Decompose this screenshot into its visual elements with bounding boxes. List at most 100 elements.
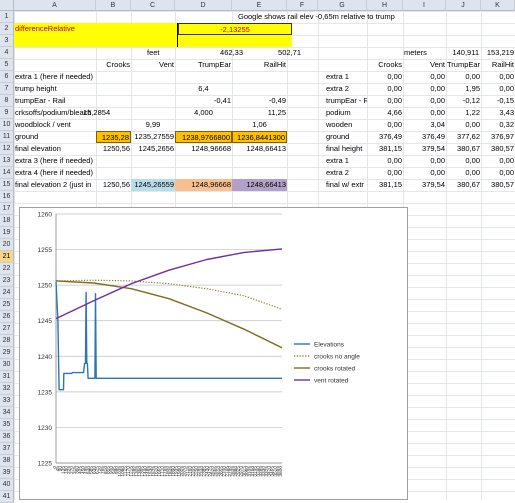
row-header-2[interactable]: 2 [0, 23, 14, 35]
left-d-value[interactable]: 6,4 [175, 83, 232, 95]
right-i-value[interactable]: 0,00 [403, 107, 446, 119]
left-d-value[interactable]: 1248,96668 [175, 143, 232, 155]
right-row-label[interactable]: final w/ extr [325, 179, 367, 191]
right-h-value[interactable]: 381,15 [367, 143, 403, 155]
right-j-value[interactable]: 380,67 [446, 143, 481, 155]
row-header-41[interactable]: 41 [0, 491, 14, 503]
left-d-value[interactable]: -0,41 [175, 95, 232, 107]
right-row-label[interactable]: trumpEar - R [325, 95, 367, 107]
row-header-9[interactable]: 9 [0, 107, 14, 119]
right-k-value[interactable]: -0,15 [481, 95, 515, 107]
left-header-crooks[interactable]: Crooks [96, 59, 131, 71]
row-header-8[interactable]: 8 [0, 95, 14, 107]
right-k-value[interactable]: 380,57 [481, 179, 515, 191]
left-c-value[interactable]: 1245,26559 [131, 179, 175, 191]
right-row-label[interactable]: extra 2 [325, 167, 367, 179]
column-header-b[interactable]: B [96, 0, 131, 11]
right-k-value[interactable]: 0,00 [481, 167, 515, 179]
column-header-d[interactable]: D [175, 0, 232, 11]
left-header-railhit[interactable]: RailHit [232, 59, 287, 71]
row-header-39[interactable]: 39 [0, 467, 14, 479]
column-header-e[interactable]: E [232, 0, 287, 11]
row-header-34[interactable]: 34 [0, 407, 14, 419]
row-header-24[interactable]: 24 [0, 287, 14, 299]
right-header-trumpear[interactable]: TrumpEar [446, 59, 481, 71]
left-e-value[interactable]: -0,49 [232, 95, 287, 107]
right-i-value[interactable]: 0,00 [403, 71, 446, 83]
right-k-value[interactable]: 0,32 [481, 119, 515, 131]
row-header-12[interactable]: 12 [0, 143, 14, 155]
elevation-chart[interactable]: 1225 1230 1235 1240 1245 1250 1255 1260 0 45 90 135… [19, 207, 408, 500]
right-h-value[interactable]: 0,00 [367, 95, 403, 107]
row-header-31[interactable]: 31 [0, 371, 14, 383]
right-k-value[interactable]: 380,57 [481, 143, 515, 155]
row-header-18[interactable]: 18 [0, 215, 14, 227]
row-header-30[interactable]: 30 [0, 359, 14, 371]
row-header-37[interactable]: 37 [0, 443, 14, 455]
column-header-k[interactable]: K [481, 0, 515, 11]
column-header-i[interactable]: I [403, 0, 446, 11]
right-h-value[interactable]: 0,00 [367, 167, 403, 179]
row-header-21[interactable]: 21 [0, 251, 14, 263]
left-b-value[interactable]: 1250,56 [96, 143, 131, 155]
right-header-railhit[interactable]: RailHit [481, 59, 515, 71]
row-header-17[interactable]: 17 [0, 203, 14, 215]
row-header-25[interactable]: 25 [0, 299, 14, 311]
row-header-38[interactable]: 38 [0, 455, 14, 467]
left-e-value[interactable]: 11,25 [232, 107, 287, 119]
row-header-28[interactable]: 28 [0, 335, 14, 347]
left-d-value[interactable]: 1238,9766800 [175, 131, 232, 143]
row-header-22[interactable]: 22 [0, 263, 14, 275]
right-i-value[interactable]: 0,00 [403, 83, 446, 95]
left-row-label[interactable]: trumpEar - Rail [14, 95, 124, 107]
right-j-value[interactable]: 1,22 [446, 107, 481, 119]
right-i-value[interactable]: 379,54 [403, 179, 446, 191]
column-header-j[interactable]: J [446, 0, 481, 11]
row-header-15[interactable]: 15 [0, 179, 14, 191]
row-header-6[interactable]: 6 [0, 71, 14, 83]
right-j-value[interactable]: 0,00 [446, 155, 481, 167]
left-header-vent[interactable]: Vent [131, 59, 175, 71]
left-row-label[interactable]: woodblock / vent [14, 119, 124, 131]
row-header-5[interactable]: 5 [0, 59, 14, 71]
left-e-value[interactable]: 1248,66413 [232, 143, 287, 155]
right-i-value[interactable]: 376,49 [403, 131, 446, 143]
left-header-trumpear[interactable]: TrumpEar [175, 59, 232, 71]
right-header-vent[interactable]: Vent [403, 59, 446, 71]
column-header-a[interactable]: A [14, 0, 96, 11]
right-i-value[interactable]: 379,54 [403, 143, 446, 155]
right-i-value[interactable]: 0,00 [403, 167, 446, 179]
right-j-value[interactable]: 0,00 [446, 119, 481, 131]
right-row-label[interactable]: wooden [325, 119, 367, 131]
column-header-g[interactable]: G [318, 0, 367, 11]
right-i-value[interactable]: 0,00 [403, 95, 446, 107]
right-k-value[interactable]: 0,00 [481, 155, 515, 167]
left-c-value[interactable]: 9,99 [131, 119, 175, 131]
right-k-value[interactable]: 0,00 [481, 71, 515, 83]
left-c-value[interactable]: 1235,27559 [131, 131, 175, 143]
difference-relative-label[interactable]: differenceRelative [14, 23, 177, 35]
right-h-value[interactable]: 0,00 [367, 83, 403, 95]
row-header-4[interactable]: 4 [0, 47, 14, 59]
right-k-value[interactable]: 3,43 [481, 107, 515, 119]
right-i-value[interactable]: 3,04 [403, 119, 446, 131]
right-row-label[interactable]: extra 1 [325, 155, 367, 167]
right-h-value[interactable]: 0,00 [367, 71, 403, 83]
yellow-cell[interactable] [14, 35, 177, 47]
left-d-value[interactable]: 1248,96668 [175, 179, 232, 191]
row-header-20[interactable]: 20 [0, 239, 14, 251]
row-header-14[interactable]: 14 [0, 167, 14, 179]
left-e-value[interactable]: 1236,8441300 [232, 131, 287, 143]
right-row-label[interactable]: extra 1 [325, 71, 367, 83]
left-b-value[interactable]: 15,2854 [82, 107, 128, 119]
left-row-label[interactable]: trump height [14, 83, 124, 95]
right-h-value[interactable]: 381,15 [367, 179, 403, 191]
row-header-11[interactable]: 11 [0, 131, 14, 143]
row-header-29[interactable]: 29 [0, 347, 14, 359]
right-row-label[interactable]: extra 2 [325, 83, 367, 95]
row-header-35[interactable]: 35 [0, 419, 14, 431]
left-d-value[interactable]: 4,000 [175, 107, 232, 119]
right-j-value[interactable]: 380,67 [446, 179, 481, 191]
row-header-40[interactable]: 40 [0, 479, 14, 491]
right-h-value[interactable]: 0,00 [367, 155, 403, 167]
